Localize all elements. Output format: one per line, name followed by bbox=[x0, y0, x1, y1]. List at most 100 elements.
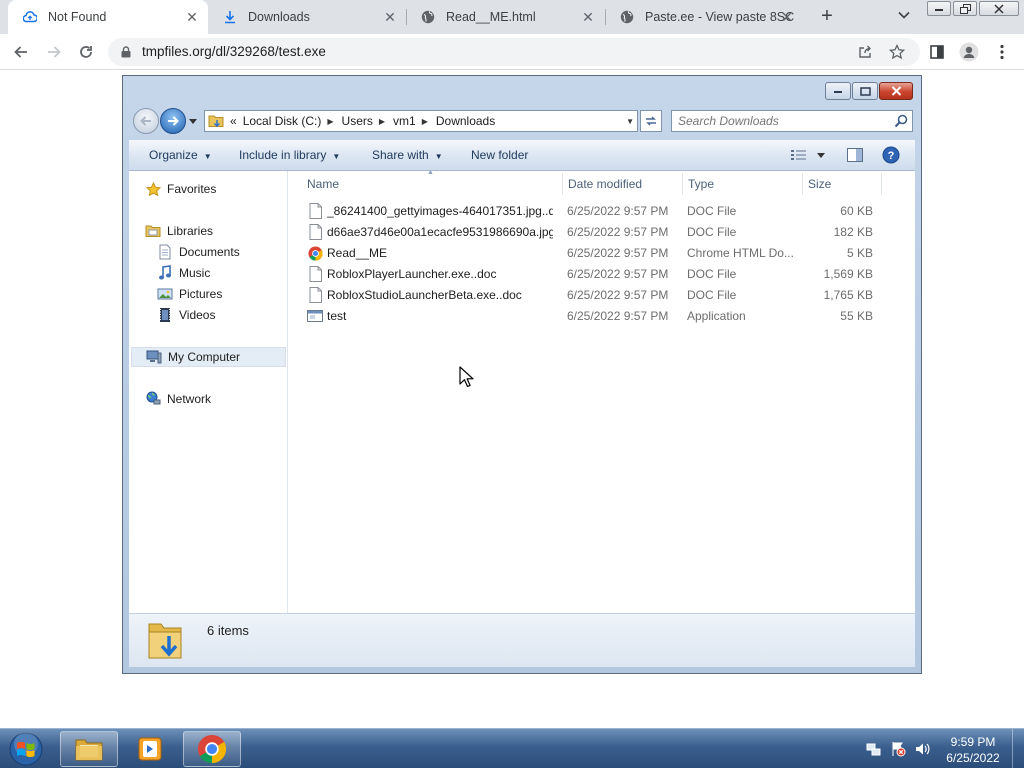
breadcrumb-arrow-icon[interactable]: ▶ bbox=[327, 117, 333, 126]
explorer-window[interactable]: « Local Disk (C:) ▶ Users ▶ vm1 ▶ Downlo… bbox=[122, 75, 922, 674]
nav-documents[interactable]: Documents bbox=[157, 242, 240, 262]
column-header-name[interactable]: Name bbox=[307, 171, 557, 197]
column-header-size[interactable]: Size bbox=[808, 171, 878, 197]
file-size: 55 KB bbox=[840, 309, 873, 323]
breadcrumb-local-disk[interactable]: Local Disk (C:) bbox=[243, 114, 322, 128]
change-view-button[interactable] bbox=[789, 146, 809, 164]
minimize-button[interactable] bbox=[927, 1, 951, 16]
breadcrumb-overflow[interactable]: « bbox=[230, 114, 237, 128]
tab-label: Downloads bbox=[248, 10, 310, 24]
share-icon[interactable] bbox=[856, 43, 874, 61]
close-icon[interactable]: ✕ bbox=[779, 9, 795, 25]
reload-button[interactable] bbox=[74, 40, 98, 64]
nav-pictures[interactable]: Pictures bbox=[157, 284, 222, 304]
arrow-right-icon bbox=[168, 116, 179, 126]
folder-icon bbox=[75, 739, 103, 761]
new-folder-button[interactable]: New folder bbox=[471, 148, 528, 162]
column-label: Name bbox=[307, 177, 340, 191]
column-divider[interactable] bbox=[562, 173, 563, 195]
side-panel-button[interactable] bbox=[925, 40, 949, 64]
breadcrumb-vm1[interactable]: vm1 bbox=[393, 114, 416, 128]
organize-menu[interactable]: Organize ▼ bbox=[149, 148, 212, 162]
tab-paste-ee[interactable]: Paste.ee - View paste 8SC ✕ bbox=[605, 0, 803, 34]
table-row[interactable]: d66ae37d46e00a1ecacfe9531986690a.jpg....… bbox=[305, 222, 885, 243]
tab-not-found[interactable]: Not Found ✕ bbox=[8, 0, 208, 34]
share-with-menu[interactable]: Share with ▼ bbox=[372, 148, 443, 162]
column-divider[interactable] bbox=[881, 173, 882, 195]
url-text: tmpfiles.org/dl/329268/test.exe bbox=[142, 44, 326, 59]
view-options-dropdown[interactable] bbox=[811, 146, 831, 164]
table-row[interactable]: RobloxPlayerLauncher.exe..doc 6/25/2022 … bbox=[305, 264, 885, 285]
forward-button[interactable] bbox=[42, 40, 66, 64]
nav-favorites[interactable]: Favorites bbox=[145, 179, 216, 199]
profile-button[interactable] bbox=[957, 40, 981, 64]
close-icon[interactable]: ✕ bbox=[184, 9, 200, 25]
search-icon[interactable] bbox=[894, 114, 908, 128]
tab-downloads[interactable]: Downloads ✕ bbox=[208, 0, 406, 34]
cloud-upload-icon bbox=[22, 9, 38, 25]
system-clock[interactable]: 9:59 PM 6/25/2022 bbox=[940, 734, 1006, 766]
column-divider[interactable] bbox=[802, 173, 803, 195]
show-desktop-button[interactable] bbox=[1012, 729, 1024, 768]
chevron-down-icon[interactable]: ▼ bbox=[626, 117, 634, 126]
column-header-type[interactable]: Type bbox=[688, 171, 798, 197]
explorer-address-bar[interactable]: « Local Disk (C:) ▶ Users ▶ vm1 ▶ Downlo… bbox=[204, 110, 638, 132]
preview-pane-button[interactable] bbox=[845, 146, 865, 164]
chevron-down-icon: ▼ bbox=[434, 152, 443, 161]
explorer-back-button[interactable] bbox=[133, 108, 159, 134]
explorer-maximize-button[interactable] bbox=[852, 82, 878, 100]
tab-search-button[interactable] bbox=[894, 8, 914, 26]
breadcrumb-arrow-icon[interactable]: ▶ bbox=[379, 117, 385, 126]
include-in-library-menu[interactable]: Include in library ▼ bbox=[239, 148, 340, 162]
explorer-minimize-button[interactable] bbox=[825, 82, 851, 100]
explorer-forward-button[interactable] bbox=[160, 108, 186, 134]
windows-logo-icon bbox=[9, 732, 43, 766]
lock-icon[interactable] bbox=[118, 44, 134, 60]
close-icon[interactable]: ✕ bbox=[580, 9, 596, 25]
table-row[interactable]: _86241400_gettyimages-464017351.jpg..d..… bbox=[305, 201, 885, 222]
nav-videos[interactable]: Videos bbox=[157, 305, 215, 325]
help-button[interactable]: ? bbox=[881, 146, 901, 164]
volume-icon[interactable] bbox=[914, 741, 930, 757]
close-icon bbox=[891, 86, 901, 96]
tab-label: Not Found bbox=[48, 10, 107, 24]
action-center-icon[interactable] bbox=[890, 741, 906, 757]
table-row[interactable]: Read__ME 6/25/2022 9:57 PM Chrome HTML D… bbox=[305, 243, 885, 264]
restore-button[interactable] bbox=[953, 1, 977, 16]
browser-toolbar: tmpfiles.org/dl/329268/test.exe bbox=[0, 34, 1024, 70]
refresh-button[interactable] bbox=[640, 110, 662, 132]
breadcrumb-downloads[interactable]: Downloads bbox=[436, 114, 495, 128]
taskbar-chrome-button[interactable] bbox=[183, 731, 241, 767]
arrow-left-icon bbox=[14, 46, 27, 58]
search-box[interactable] bbox=[671, 110, 913, 132]
new-tab-button[interactable]: + bbox=[815, 5, 839, 29]
taskbar-media-player-button[interactable] bbox=[121, 731, 179, 767]
breadcrumb-users[interactable]: Users bbox=[342, 114, 373, 128]
file-name: RobloxPlayerLauncher.exe..doc bbox=[327, 267, 497, 281]
column-header-date[interactable]: Date modified bbox=[568, 171, 680, 197]
column-divider[interactable] bbox=[682, 173, 683, 195]
minimize-icon bbox=[935, 8, 943, 11]
file-date: 6/25/2022 9:57 PM bbox=[567, 309, 669, 323]
start-button[interactable] bbox=[6, 730, 46, 768]
address-bar[interactable]: tmpfiles.org/dl/329268/test.exe bbox=[108, 38, 920, 66]
nav-libraries[interactable]: Libraries bbox=[145, 221, 213, 241]
table-row[interactable]: RobloxStudioLauncherBeta.exe..doc 6/25/2… bbox=[305, 285, 885, 306]
network-tray-icon[interactable] bbox=[866, 741, 882, 757]
recent-pages-dropdown[interactable] bbox=[188, 116, 198, 126]
tab-read-me[interactable]: Read__ME.html ✕ bbox=[406, 0, 604, 34]
back-button[interactable] bbox=[9, 40, 33, 64]
menu-button[interactable] bbox=[990, 40, 1014, 64]
taskbar-explorer-button[interactable] bbox=[60, 731, 118, 767]
explorer-close-button[interactable] bbox=[879, 82, 913, 100]
nav-my-computer[interactable]: My Computer bbox=[131, 347, 286, 367]
nav-network[interactable]: Network bbox=[145, 389, 211, 409]
star-icon[interactable] bbox=[888, 43, 906, 61]
close-window-button[interactable] bbox=[979, 1, 1019, 16]
nav-music[interactable]: Music bbox=[157, 263, 210, 283]
table-row[interactable]: test 6/25/2022 9:57 PM Application 55 KB bbox=[305, 306, 885, 327]
search-input[interactable] bbox=[678, 113, 878, 129]
chevron-down-icon bbox=[817, 152, 825, 158]
close-icon[interactable]: ✕ bbox=[382, 9, 398, 25]
breadcrumb-arrow-icon[interactable]: ▶ bbox=[422, 117, 428, 126]
